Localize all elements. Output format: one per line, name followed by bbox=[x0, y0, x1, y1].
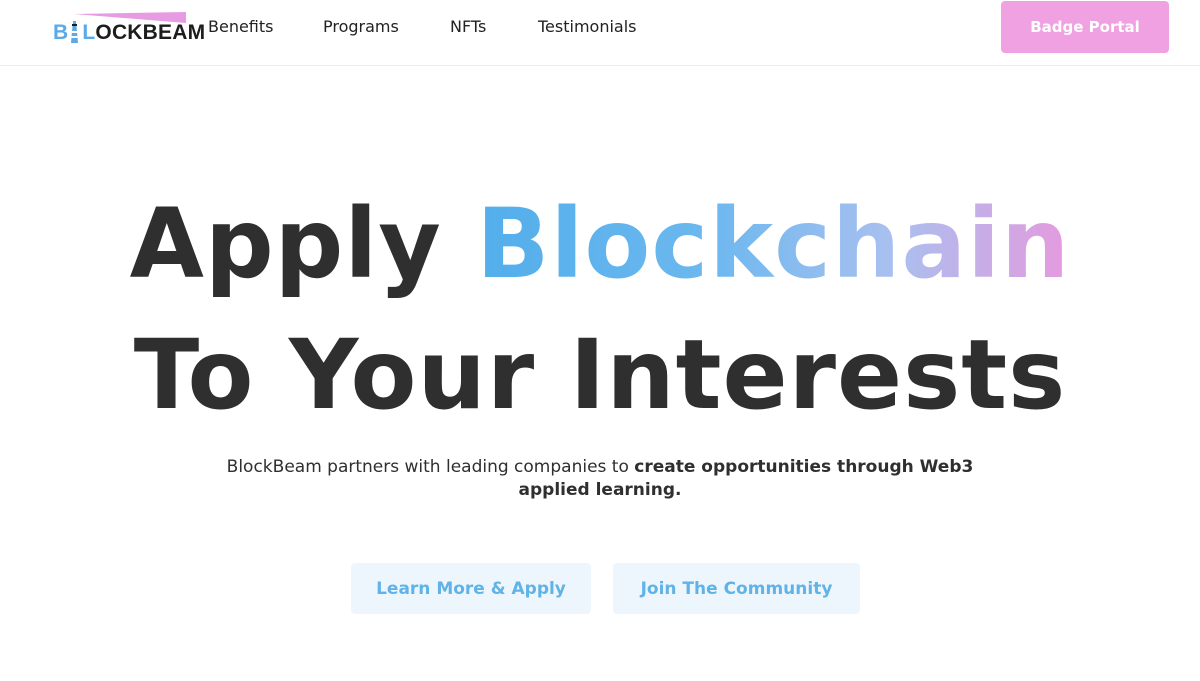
lighthouse-icon bbox=[68, 21, 82, 45]
logo-wordmark: B LOCKBEAM bbox=[53, 21, 205, 45]
hero-heading-line2: To Your Interests bbox=[133, 319, 1067, 431]
hero-heading-apply: Apply bbox=[129, 188, 442, 300]
nav-testimonials[interactable]: Testimonials bbox=[538, 17, 637, 36]
learn-more-apply-button[interactable]: Learn More & Apply bbox=[351, 563, 591, 614]
nav-programs[interactable]: Programs bbox=[323, 17, 399, 36]
join-community-button[interactable]: Join The Community bbox=[613, 563, 860, 614]
blockbeam-logo[interactable]: B LOCKBEAM bbox=[52, 10, 205, 44]
logo-letter-l: L bbox=[82, 21, 96, 44]
nav-nfts[interactable]: NFTs bbox=[450, 17, 486, 36]
hero-heading-blockchain: Blockchain bbox=[476, 188, 1071, 300]
hero-subtitle: BlockBeam partners with leading companie… bbox=[190, 456, 1010, 502]
site-header: B LOCKBEAM Benefits Programs NFTs Testim… bbox=[0, 0, 1200, 66]
logo-rest: OCKBEAM bbox=[95, 21, 206, 44]
hero-heading-line1: Apply Blockchain bbox=[0, 196, 1200, 292]
logo-letter-b: B bbox=[53, 21, 69, 44]
hero-subtitle-plain: BlockBeam partners with leading companie… bbox=[226, 457, 635, 477]
badge-portal-button[interactable]: Badge Portal bbox=[1001, 1, 1169, 53]
nav-benefits[interactable]: Benefits bbox=[208, 17, 274, 36]
